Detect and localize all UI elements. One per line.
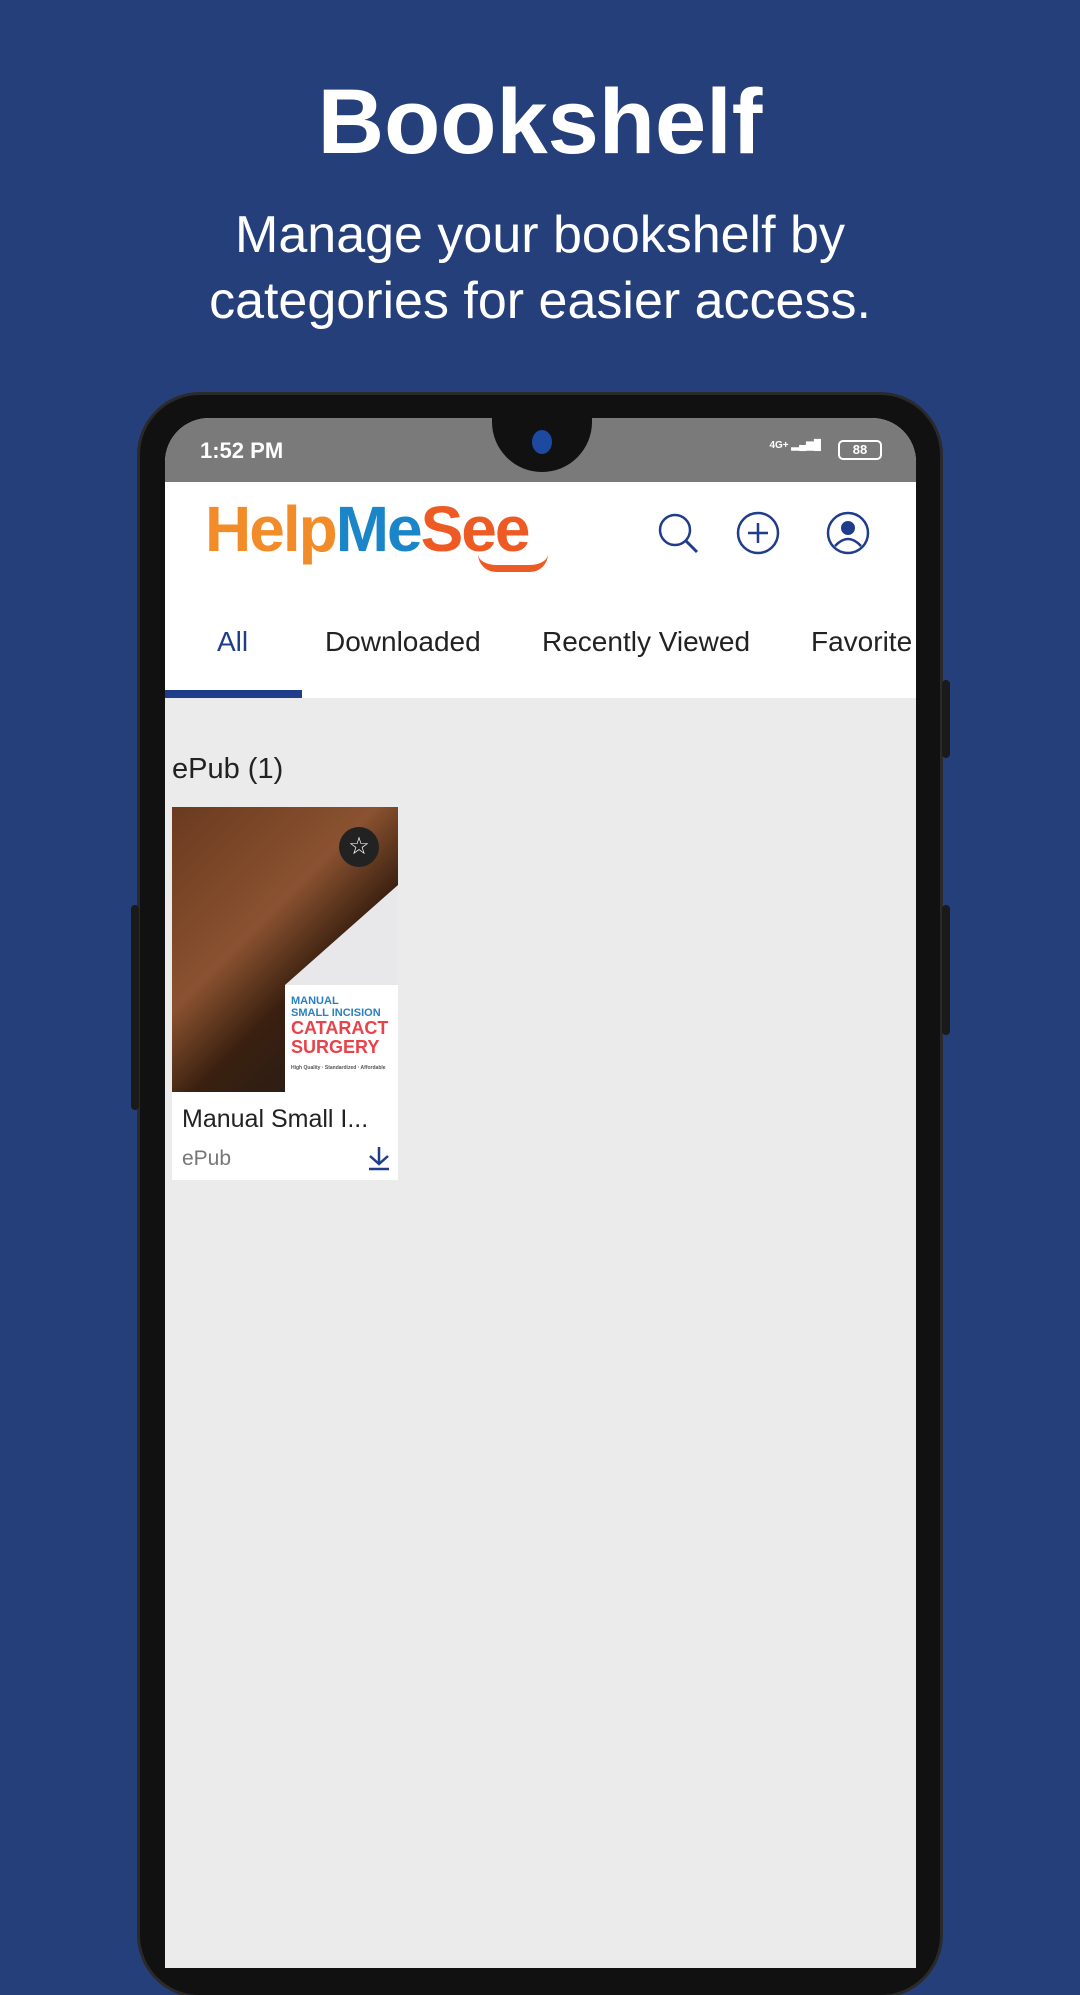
subtitle-line: categories for easier access.	[209, 272, 871, 330]
notch	[492, 418, 592, 472]
add-icon[interactable]	[735, 510, 781, 556]
status-bar: 1:52 PM 4G+ ▂▄▆█ 88	[165, 418, 916, 482]
logo-part: Me	[335, 493, 423, 565]
camera	[532, 430, 552, 454]
phone-button	[131, 905, 139, 1110]
download-icon[interactable]	[366, 1145, 392, 1171]
status-time: 1:52 PM	[200, 438, 284, 463]
cover-text: MANUAL SMALL INCISION CATARACT SURGERY H…	[285, 985, 398, 1092]
cover-line: CATARACT	[291, 1018, 389, 1038]
cover-graphic	[285, 885, 398, 985]
promo-title: Bookshelf	[317, 71, 763, 173]
phone-button	[942, 680, 950, 758]
phone-button	[942, 905, 950, 1035]
active-tab-indicator	[165, 690, 302, 698]
tab-all[interactable]: All	[217, 626, 248, 658]
cover-tagline: High Quality · Standardized · Affordable	[291, 1065, 386, 1071]
profile-icon[interactable]	[825, 510, 871, 556]
network-type: 4G+	[769, 440, 789, 451]
section-header: ePub (1)	[172, 753, 284, 785]
phone-screen: 1:52 PM 4G+ ▂▄▆█ 88 HelpMeSee All Downlo…	[165, 418, 916, 1968]
app-header: HelpMeSee	[165, 482, 916, 590]
battery-icon: 88	[838, 440, 882, 460]
subtitle-line: Manage your bookshelf by	[235, 206, 845, 264]
search-icon[interactable]	[655, 510, 701, 556]
promo-subtitle: Manage your bookshelf by categories for e…	[0, 202, 1080, 334]
logo-smile	[478, 554, 548, 572]
tab-favorite[interactable]: Favorite	[811, 626, 912, 658]
cover-line: SURGERY	[291, 1037, 380, 1057]
book-cover[interactable]: MANUAL SMALL INCISION CATARACT SURGERY H…	[172, 807, 398, 1092]
favorite-star-icon[interactable]: ☆	[339, 827, 379, 867]
logo-part: Help	[205, 493, 338, 565]
cover-line: MANUAL	[291, 995, 339, 1007]
book-card[interactable]: MANUAL SMALL INCISION CATARACT SURGERY H…	[172, 807, 398, 1180]
tab-recently-viewed[interactable]: Recently Viewed	[542, 626, 750, 658]
tab-bar: All Downloaded Recently Viewed Favorite	[165, 590, 916, 698]
signal-icon: 4G+ ▂▄▆█	[769, 440, 821, 451]
book-title: Manual Small I...	[182, 1105, 369, 1133]
tab-downloaded[interactable]: Downloaded	[325, 626, 481, 658]
book-type: ePub	[182, 1147, 232, 1170]
